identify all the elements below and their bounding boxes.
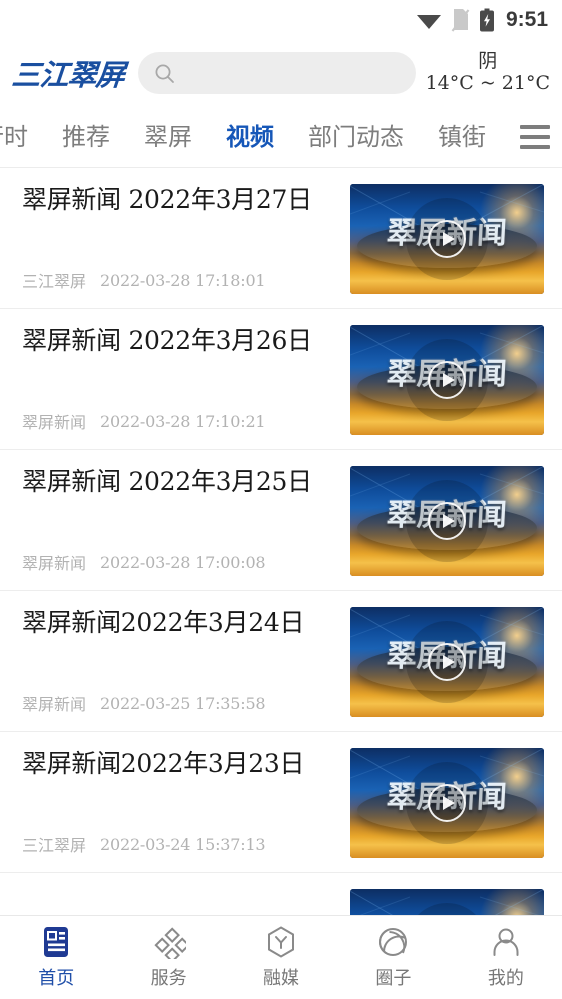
video-thumbnail[interactable]: [350, 889, 544, 915]
list-item-meta: 翠屏新闻 2022-03-28 17:10:21: [22, 409, 342, 437]
list-item-title: 翠屏新闻 2022年3月25日: [22, 467, 312, 496]
list-item-meta: 三江翠屏 2022-03-28 17:18:01: [22, 268, 342, 296]
video-thumbnail[interactable]: 翠屏新闻: [350, 607, 544, 717]
wifi-icon: [416, 15, 441, 29]
list-item[interactable]: 翠屏新闻2022年3月24日 翠屏新闻 2022-03-25 17:35:58 翠屏新…: [0, 591, 562, 732]
list-item-source: 三江翠屏: [22, 836, 87, 855]
list-item-text: 翠屏新闻 2022年3月26日翠屏新闻 2022-03-28 17:10:21: [22, 325, 350, 437]
nav-item-label: 我的: [487, 968, 524, 989]
list-item-text: 翠屏新闻 2022年3月27日三江翠屏 2022-03-28 17:18:01: [22, 184, 350, 296]
list-item-timestamp: 2022-03-28 17:10:21: [100, 411, 266, 431]
tab-2[interactable]: 翠屏: [127, 106, 209, 167]
app-header: 三江翠屏 阴 14°C ~ 21°C: [0, 40, 562, 106]
list-item-source: 翠屏新闻: [22, 695, 87, 714]
nav-item-2[interactable]: 融媒: [225, 925, 337, 990]
play-circle-icon[interactable]: [428, 502, 466, 540]
list-item-text: [22, 889, 350, 915]
list-item-meta: 翠屏新闻 2022-03-28 17:00:08: [22, 550, 342, 578]
video-thumbnail[interactable]: 翠屏新闻: [350, 466, 544, 576]
weather-widget[interactable]: 阴 14°C ~ 21°C: [425, 50, 550, 95]
app-logo[interactable]: 三江翠屏: [10, 52, 126, 94]
battery-charging-icon: [479, 8, 494, 32]
thumbnail-light-streaks: [350, 889, 544, 915]
nav-item-label: 圈子: [375, 968, 412, 989]
list-item-source: 翠屏新闻: [22, 413, 87, 432]
diamond-grid-icon: [154, 927, 186, 959]
list-item-source: 翠屏新闻: [22, 554, 87, 573]
list-item-title: 翠屏新闻2022年3月24日: [22, 608, 305, 637]
search-icon: [155, 64, 174, 83]
weather-condition: 阴: [478, 50, 498, 73]
list-item-source: 三江翠屏: [22, 272, 87, 291]
list-item-timestamp: 2022-03-25 17:35:58: [100, 693, 266, 713]
list-item-text: 翠屏新闻2022年3月24日翠屏新闻 2022-03-25 17:35:58: [22, 607, 350, 719]
list-item[interactable]: 翠屏新闻 2022年3月25日 翠屏新闻 2022-03-28 17:00:08 翠屏…: [0, 450, 562, 591]
list-item-text: 翠屏新闻 2022年3月25日翠屏新闻 2022-03-28 17:00:08: [22, 466, 350, 578]
list-item[interactable]: 翠屏新闻2022年3月23日 三江翠屏 2022-03-24 15:37:13 翠屏新…: [0, 732, 562, 873]
list-item[interactable]: 翠屏新闻 2022年3月26日 翠屏新闻 2022-03-28 17:10:21 翠屏…: [0, 309, 562, 450]
play-circle-icon[interactable]: [428, 643, 466, 681]
nav-item-label: 融媒: [263, 968, 300, 989]
tab-4[interactable]: 部门动态: [291, 106, 421, 167]
list-item-title: 翠屏新闻 2022年3月26日: [22, 326, 312, 355]
tab-1[interactable]: 推荐: [45, 106, 127, 167]
tab-3[interactable]: 视频: [209, 106, 291, 167]
play-circle-icon[interactable]: [428, 784, 466, 822]
user-person-icon: [493, 928, 519, 956]
nav-item-1[interactable]: 服务: [112, 925, 224, 990]
list-item-timestamp: 2022-03-28 17:00:08: [100, 552, 266, 572]
list-item-timestamp: 2022-03-28 17:18:01: [100, 270, 266, 290]
list-item-meta: 三江翠屏 2022-03-24 15:37:13: [22, 832, 342, 860]
play-circle-icon[interactable]: [428, 220, 466, 258]
nav-item-label: 首页: [38, 968, 75, 989]
news-home-icon: [44, 927, 69, 957]
app-root: 9:51 三江翠屏 阴 14°C ~ 21°C 行时推荐翠屏视频部门动态镇街 翠…: [0, 0, 562, 999]
list-item-timestamp: 2022-03-24 15:37:13: [100, 834, 266, 854]
nav-item-4[interactable]: 我的: [450, 925, 562, 990]
play-circle-icon[interactable]: [428, 361, 466, 399]
sim-card-off-icon: [451, 9, 470, 32]
video-thumbnail[interactable]: 翠屏新闻: [350, 325, 544, 435]
tab-0[interactable]: 行时: [0, 106, 45, 167]
hamburger-menu-icon[interactable]: [516, 106, 562, 167]
nav-item-3[interactable]: 圈子: [337, 925, 449, 990]
hexagon-y-icon: [268, 926, 295, 958]
list-item-meta: 翠屏新闻 2022-03-25 17:35:58: [22, 691, 342, 719]
category-tabbar: 行时推荐翠屏视频部门动态镇街: [0, 106, 562, 168]
search-input[interactable]: [184, 64, 400, 82]
nav-item-label: 服务: [150, 968, 187, 989]
status-bar: 9:51: [0, 0, 562, 40]
list-item[interactable]: [0, 873, 562, 915]
list-item-title: 翠屏新闻 2022年3月27日: [22, 185, 312, 214]
status-bar-clock: 9:51: [505, 8, 548, 31]
globe-circle-icon: [379, 928, 408, 956]
bottom-navigation: 首页 服务 融媒 圈子 我的: [0, 915, 562, 999]
list-item-title: 翠屏新闻2022年3月23日: [22, 749, 305, 778]
category-tabs: 行时推荐翠屏视频部门动态镇街: [0, 106, 516, 167]
status-bar-icons: [416, 8, 495, 32]
list-item[interactable]: 翠屏新闻 2022年3月27日 三江翠屏 2022-03-28 17:18:01 翠屏…: [0, 168, 562, 309]
weather-temperature: 14°C ~ 21°C: [425, 72, 550, 94]
list-item-text: 翠屏新闻2022年3月23日三江翠屏 2022-03-24 15:37:13: [22, 748, 350, 860]
search-bar[interactable]: [138, 52, 416, 94]
tab-5[interactable]: 镇街: [421, 106, 486, 167]
video-list[interactable]: 翠屏新闻 2022年3月27日 三江翠屏 2022-03-28 17:18:01 翠屏…: [0, 168, 562, 915]
nav-item-0[interactable]: 首页: [0, 925, 112, 990]
video-thumbnail[interactable]: 翠屏新闻: [350, 748, 544, 858]
video-thumbnail[interactable]: 翠屏新闻: [350, 184, 544, 294]
